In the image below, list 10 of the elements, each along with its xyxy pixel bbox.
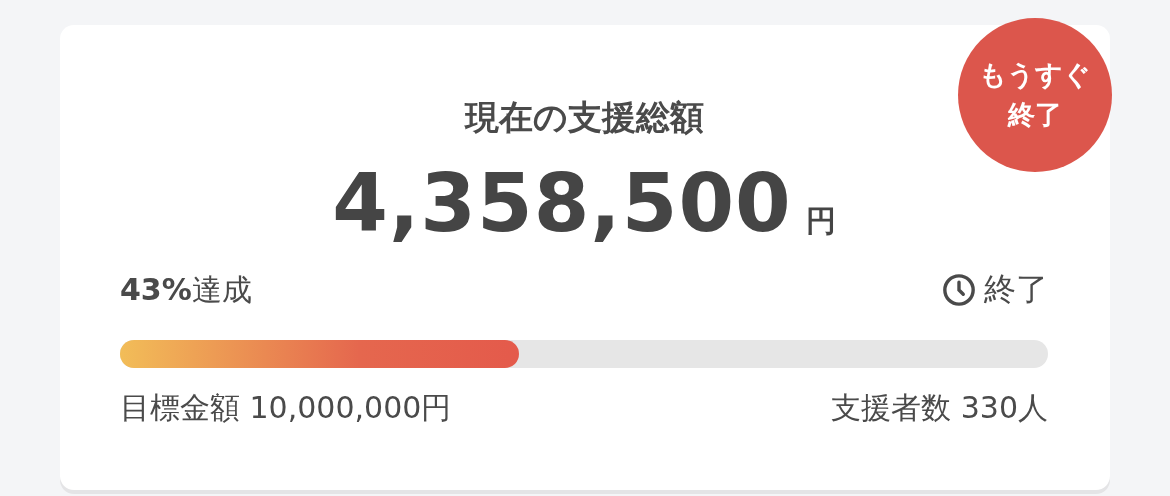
currency-unit: 円 — [805, 202, 836, 240]
card-title: 現在の支援総額 — [464, 96, 704, 139]
status-label: 終了 — [984, 269, 1048, 310]
badge-text: 終了 — [1008, 98, 1062, 132]
clock-icon — [942, 273, 976, 307]
supporter-count: 支援者数 330人 — [831, 389, 1048, 427]
badge-text: もうすぐ — [979, 58, 1091, 92]
total-amount: 4,358,500 — [332, 157, 792, 250]
achievement-rate: 43%達成 — [120, 270, 252, 309]
goal-amount: 目標金額 10,000,000円 — [120, 389, 452, 427]
